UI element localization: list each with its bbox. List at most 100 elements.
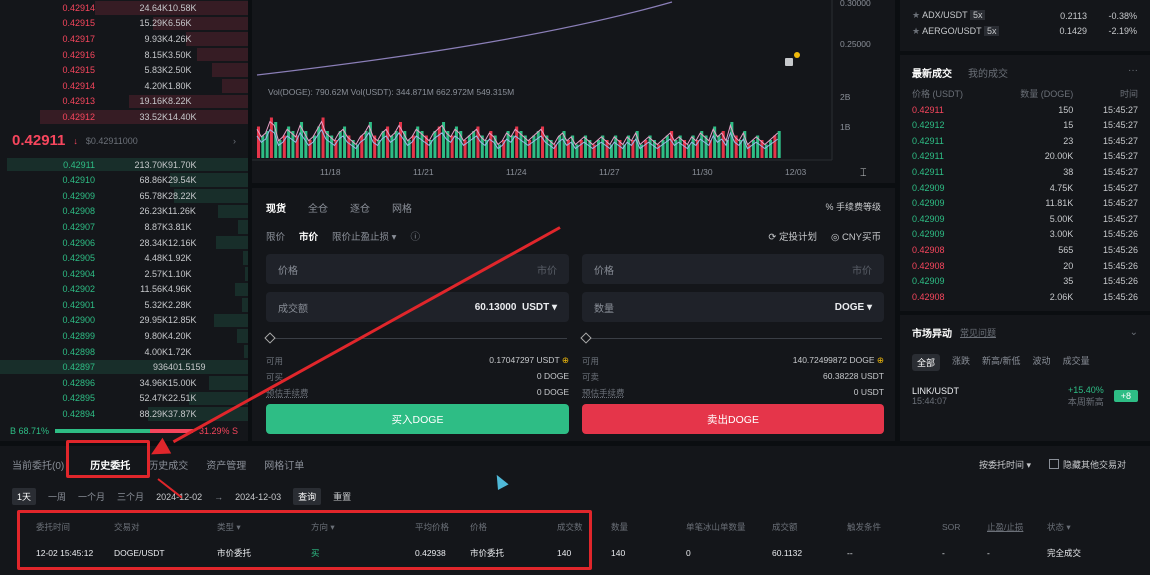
orderbook-row[interactable]: 0.42915 15.29K 6.56K — [0, 16, 248, 32]
column-header[interactable]: 触发条件 — [847, 521, 942, 533]
reset-button[interactable]: 重置 — [333, 490, 351, 503]
info-icon[interactable]: ⓘ — [410, 229, 420, 243]
favorite-pair-row[interactable]: ★ ADX/USDT 5x 0.2113 -0.38% — [900, 8, 1150, 24]
tab-isolated[interactable]: 逐仓 — [350, 200, 370, 215]
market-alert-item[interactable]: LINK/USDT 15:44:07 +15.40% 本周新高 +8 — [900, 379, 1150, 414]
orderbook-row[interactable]: 0.42906 28.34K 12.16K — [0, 235, 248, 251]
chevron-down-icon[interactable]: ⌄ — [1130, 327, 1138, 338]
sell-amount-field[interactable]: 数量 DOGE ▾ — [582, 292, 884, 322]
buy-price-field[interactable]: 价格 市价 — [266, 254, 569, 284]
fee-level-link[interactable]: % 手续费等级 — [825, 200, 881, 215]
range-1m[interactable]: 一个月 — [78, 490, 105, 503]
more-icon[interactable]: ··· — [1128, 65, 1138, 80]
cny-buy-link[interactable]: ◎ CNY买币 — [831, 229, 881, 243]
plus-icon[interactable]: ⊕ — [877, 355, 884, 365]
sell-doge-button[interactable]: 卖出DOGE — [582, 404, 884, 434]
alert-tab-volume[interactable]: 成交量 — [1063, 354, 1090, 371]
faq-link[interactable]: 常见问题 — [960, 326, 996, 339]
checkbox-icon[interactable] — [1048, 459, 1059, 469]
orderbook-row[interactable]: 0.42917 9.93K 4.26K — [0, 31, 248, 47]
favorite-pair-row[interactable]: ★ AERGO/USDT 5x 0.1429 -2.19% — [900, 24, 1150, 40]
buy-slider[interactable] — [264, 332, 567, 348]
volume-bar — [360, 135, 364, 158]
order-type-limit[interactable]: 限价 — [266, 229, 285, 243]
orderbook-row[interactable]: 0.42902 11.56K 4.96K — [0, 282, 248, 298]
column-header[interactable]: 状态 ▾ — [1047, 521, 1117, 533]
orderbook-row[interactable]: 0.42909 65.78K 28.22K — [0, 188, 248, 204]
buy-doge-button[interactable]: 买入DOGE — [266, 404, 569, 434]
trade-row: 0.42908 565 15:45:26 — [912, 244, 1138, 255]
column-header[interactable]: 单笔冰山单数量 — [686, 521, 772, 533]
trade-row: 0.42909 3.00K 15:45:26 — [912, 229, 1138, 240]
plus-icon[interactable]: ⊕ — [562, 355, 569, 365]
chevron-right-icon[interactable]: › — [233, 136, 236, 146]
orderbook-row[interactable]: 0.42898 4.00K 1.72K — [0, 344, 248, 360]
price-chart[interactable]: 0.30000 0.25000 Vol(DOGE): 790.62M Vol(U… — [252, 0, 895, 183]
orderbook-row[interactable]: 0.42908 26.23K 11.26K — [0, 204, 248, 220]
tab-grid[interactable]: 网格 — [392, 200, 412, 215]
column-header[interactable]: SOR — [942, 522, 987, 532]
sort-dropdown[interactable]: 按委托时间 ▾ — [979, 458, 1031, 471]
slider-handle-icon[interactable] — [264, 332, 276, 344]
tab-grid-orders[interactable]: 网格订单 — [264, 457, 304, 472]
alert-tab-highlow[interactable]: 新高/新低 — [982, 354, 1021, 371]
query-button[interactable]: 查询 — [293, 488, 322, 505]
orderbook-row[interactable]: 0.42913 19.16K 8.22K — [0, 94, 248, 110]
trade-tabs: 现货 全仓 逐仓 网格 % 手续费等级 — [252, 188, 895, 227]
orderbook-row[interactable]: 0.42911 213.70K 91.70K — [0, 157, 248, 173]
orderbook-row[interactable]: 0.42916 8.15K 3.50K — [0, 47, 248, 63]
column-header[interactable]: 成交额 — [772, 521, 847, 533]
orderbook-row[interactable]: 0.42897 936 401.5159 — [0, 359, 248, 375]
sell-price-field[interactable]: 价格 市价 — [582, 254, 884, 284]
volume-bar — [338, 131, 342, 158]
orderbook-row[interactable]: 0.42904 2.57K 1.10K — [0, 266, 248, 282]
orderbook-row[interactable]: 0.42907 8.87K 3.81K — [0, 219, 248, 235]
column-header[interactable]: 止盈/止损 — [987, 521, 1047, 533]
sell-slider[interactable] — [580, 332, 882, 348]
alert-tab-volatility[interactable]: 波动 — [1033, 354, 1051, 371]
sell-ratio: 31.29% S — [198, 426, 238, 436]
calendar-icon[interactable] — [785, 58, 793, 66]
dca-plan-link[interactable]: ⟳ 定投计划 — [768, 229, 817, 243]
order-book: 0.42914 24.64K 10.58K 0.42915 15.29K 6.56K 0… — [0, 0, 248, 441]
alert-tab-updown[interactable]: 涨跌 — [952, 354, 970, 371]
order-type-market[interactable]: 市价 — [299, 229, 318, 243]
range-1w[interactable]: 一周 — [48, 490, 66, 503]
volume-bar — [261, 135, 265, 158]
orderbook-row[interactable]: 0.42914 24.64K 10.58K — [0, 0, 248, 16]
column-header[interactable]: 数量 — [611, 521, 686, 533]
orderbook-row[interactable]: 0.42899 9.80K 4.20K — [0, 328, 248, 344]
order-type-tabs: 限价 市价 限价止盈止损 ▾ ⓘ ⟳ 定投计划 ◎ CNY买币 — [252, 227, 895, 245]
orderbook-row[interactable]: 0.42900 29.95K 12.85K — [0, 313, 248, 329]
volume-bar — [674, 140, 678, 158]
annotation-highlight-tab — [66, 440, 150, 478]
orderbook-row[interactable]: 0.42910 68.86K 29.54K — [0, 172, 248, 188]
orderbook-row[interactable]: 0.42905 4.48K 1.92K — [0, 250, 248, 266]
slider-handle-icon[interactable] — [580, 332, 592, 344]
range-3m[interactable]: 三个月 — [117, 490, 144, 503]
hide-others-toggle[interactable]: 隐藏其他交易对 — [1048, 458, 1126, 471]
orderbook-row[interactable]: 0.42895 52.47K 22.51K — [0, 391, 248, 407]
market-alert-tabs: 全部 涨跌 新高/新低 波动 成交量 — [900, 340, 1150, 379]
orderbook-row[interactable]: 0.42915 5.83K 2.50K — [0, 62, 248, 78]
date-to[interactable]: 2024-12-03 — [235, 492, 281, 502]
orderbook-row[interactable]: 0.42896 34.96K 15.00K — [0, 375, 248, 391]
date-ticks: 11/18 11/21 11/24 11/27 11/30 12/03 — [320, 167, 807, 177]
order-type-stop[interactable]: 限价止盈止损 ▾ — [332, 229, 396, 243]
orderbook-row[interactable]: 0.42912 33.52K 14.40K — [0, 109, 248, 125]
trade-row: 0.42909 4.75K 15:45:27 — [912, 182, 1138, 193]
ruler-icon[interactable]: ⌶ — [860, 167, 867, 179]
tab-cross[interactable]: 全仓 — [308, 200, 328, 215]
orderbook-row[interactable]: 0.42901 5.32K 2.28K — [0, 297, 248, 313]
tab-latest-trades[interactable]: 最新成交 — [912, 65, 952, 80]
volume-bar — [536, 131, 540, 158]
orderbook-row[interactable]: 0.42914 4.20K 1.80K — [0, 78, 248, 94]
tab-spot[interactable]: 现货 — [266, 200, 286, 215]
range-1d[interactable]: 1天 — [12, 488, 37, 505]
alert-tab-all[interactable]: 全部 — [912, 353, 941, 371]
tab-assets[interactable]: 资产管理 — [206, 457, 246, 472]
event-marker-icon[interactable] — [794, 52, 800, 58]
tab-open-orders[interactable]: 当前委托(0) — [12, 457, 64, 472]
trades-list: 0.42911 150 15:45:27 0.42912 15 15:45:27 0.429… — [900, 102, 1150, 305]
tab-my-trades[interactable]: 我的成交 — [968, 65, 1008, 80]
